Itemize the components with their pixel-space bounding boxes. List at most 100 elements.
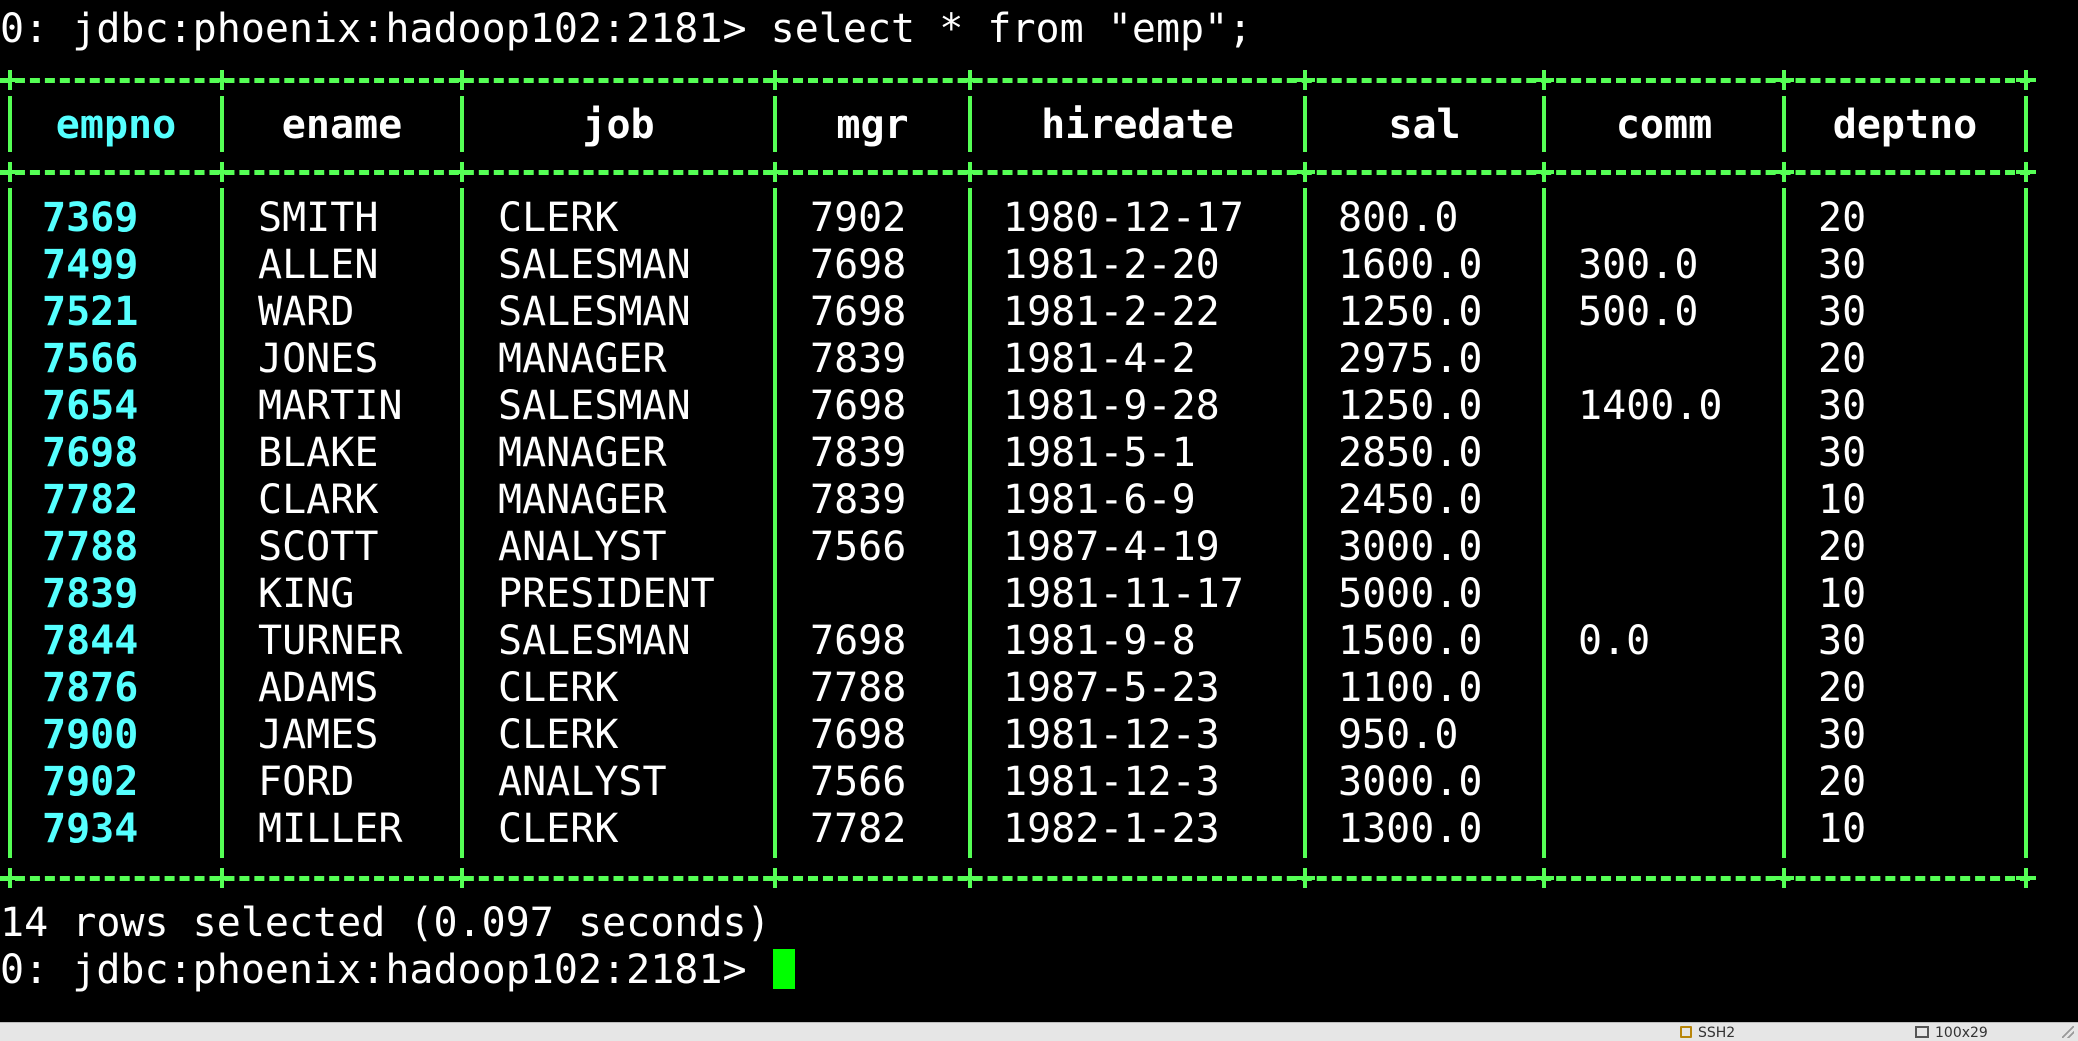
table-cell-ename: SCOTT (258, 524, 379, 570)
table-cell-hiredate: 1981-5-1 (1003, 430, 1196, 476)
table-cell-deptno: 20 (1818, 195, 1867, 241)
table-cell-empno: 7698 (42, 430, 139, 476)
table-column-separator (1303, 96, 1307, 152)
table-cell-hiredate: 1982-1-23 (1003, 806, 1220, 852)
table-cell-job: CLERK (498, 665, 619, 711)
query-command: select * from "emp"; (770, 6, 1253, 52)
table-cell-ename: MILLER (258, 806, 403, 852)
table-column-separator (2024, 96, 2028, 152)
table-cell-hiredate: 1987-5-23 (1003, 665, 1220, 711)
table-column-separator (220, 188, 224, 858)
table-cell-mgr: 7566 (810, 759, 907, 805)
table-column-separator (968, 188, 972, 858)
table-cell-comm (1578, 571, 1768, 618)
table-border-corner (1295, 70, 1315, 90)
table-column-separator (220, 96, 224, 152)
table-cell-ename: MARTIN (258, 383, 403, 429)
table-column-separator (460, 188, 464, 858)
table-cell-mgr: 7698 (810, 383, 907, 429)
table-cell-sal: 1100.0 (1338, 665, 1483, 711)
table-border-corner (0, 868, 20, 888)
table-cell-job: ANALYST (498, 524, 667, 570)
resize-grip-icon[interactable] (2062, 1026, 2074, 1038)
table-border-corner (2016, 70, 2036, 90)
query-prompt: 0: jdbc:phoenix:hadoop102:2181> (0, 6, 771, 52)
table-cell-sal: 1600.0 (1338, 242, 1483, 288)
column-header-ename: ename (281, 102, 403, 148)
table-cell-hiredate: 1981-6-9 (1003, 477, 1196, 523)
table-cell-empno: 7900 (42, 712, 139, 758)
status-size: 100x29 (1915, 1025, 1988, 1041)
table-cell-empno: 7844 (42, 618, 139, 664)
cursor-block (772, 949, 795, 989)
table-cell-comm (1578, 759, 1768, 806)
table-cell-mgr: 7839 (810, 430, 907, 476)
table-cell-comm (1578, 430, 1768, 477)
table-cell-sal: 3000.0 (1338, 524, 1483, 570)
status-bar: SSH2 100x29 (0, 1022, 2078, 1041)
terminal-window[interactable]: 0: jdbc:phoenix:hadoop102:2181> select *… (0, 0, 2078, 1022)
table-column-separator (1303, 188, 1307, 858)
table-cell-sal: 2850.0 (1338, 430, 1483, 476)
table-border-corner (2016, 868, 2036, 888)
table-border-corner (2016, 162, 2036, 182)
query-line: 0: jdbc:phoenix:hadoop102:2181> select *… (0, 6, 1252, 53)
table-border-corner (765, 162, 785, 182)
table-border-corner (452, 70, 472, 90)
table-cell-hiredate: 1981-12-3 (1003, 712, 1220, 758)
table-cell-hiredate: 1981-12-3 (1003, 759, 1220, 805)
table-border-corner (765, 868, 785, 888)
table-cell-job: MANAGER (498, 336, 667, 382)
table-column-separator (1542, 188, 1546, 858)
table-cell-empno: 7369 (42, 195, 139, 241)
table-border-corner (452, 162, 472, 182)
table-border-corner (1774, 868, 1794, 888)
table-border-corner (1774, 70, 1794, 90)
table-cell-comm (1578, 712, 1768, 759)
table-cell-hiredate: 1981-11-17 (1003, 571, 1244, 617)
table-cell-ename: KING (258, 571, 355, 617)
table-border-corner (212, 868, 232, 888)
status-connection-label: SSH2 (1698, 1025, 1736, 1041)
table-cell-comm: 500.0 (1578, 289, 1699, 335)
table-border-corner (0, 70, 20, 90)
table-column-separator (1782, 96, 1786, 152)
table-cell-mgr: 7698 (810, 289, 907, 335)
table-cell-empno: 7902 (42, 759, 139, 805)
table-cell-ename: SMITH (258, 195, 379, 241)
column-header-mgr: mgr (836, 102, 909, 148)
table-column-separator (2024, 188, 2028, 858)
table-cell-sal: 1250.0 (1338, 289, 1483, 335)
table-cell-deptno: 10 (1818, 571, 1867, 617)
table-cell-job: CLERK (498, 195, 619, 241)
table-cell-empno: 7876 (42, 665, 139, 711)
table-cell-job: SALESMAN (498, 242, 691, 288)
table-border-corner (960, 70, 980, 90)
table-cell-sal: 2975.0 (1338, 336, 1483, 382)
prompt-line[interactable]: 0: jdbc:phoenix:hadoop102:2181> (0, 947, 795, 994)
table-border-corner (452, 868, 472, 888)
table-border-rule (0, 78, 2030, 83)
table-border-corner (212, 162, 232, 182)
table-cell-job: SALESMAN (498, 383, 691, 429)
table-cell-sal: 1300.0 (1338, 806, 1483, 852)
terminal-size-icon (1915, 1026, 1929, 1038)
column-header-empno: empno (55, 102, 177, 148)
table-cell-job: SALESMAN (498, 289, 691, 335)
table-column-separator (1542, 96, 1546, 152)
table-cell-mgr: 7698 (810, 242, 907, 288)
table-border-rule (0, 170, 2030, 175)
table-border-corner (1534, 868, 1554, 888)
table-cell-hiredate: 1981-9-8 (1003, 618, 1196, 664)
table-cell-job: SALESMAN (498, 618, 691, 664)
table-cell-deptno: 20 (1818, 336, 1867, 382)
table-cell-mgr: 7698 (810, 712, 907, 758)
table-cell-sal: 800.0 (1338, 195, 1459, 241)
table-cell-job: MANAGER (498, 477, 667, 523)
table-cell-hiredate: 1981-2-22 (1003, 289, 1220, 335)
table-cell-ename: BLAKE (258, 430, 379, 476)
table-cell-job: PRESIDENT (498, 571, 715, 617)
table-cell-deptno: 30 (1818, 289, 1867, 335)
table-cell-comm (1578, 524, 1768, 571)
table-cell-comm: 0.0 (1578, 618, 1651, 664)
